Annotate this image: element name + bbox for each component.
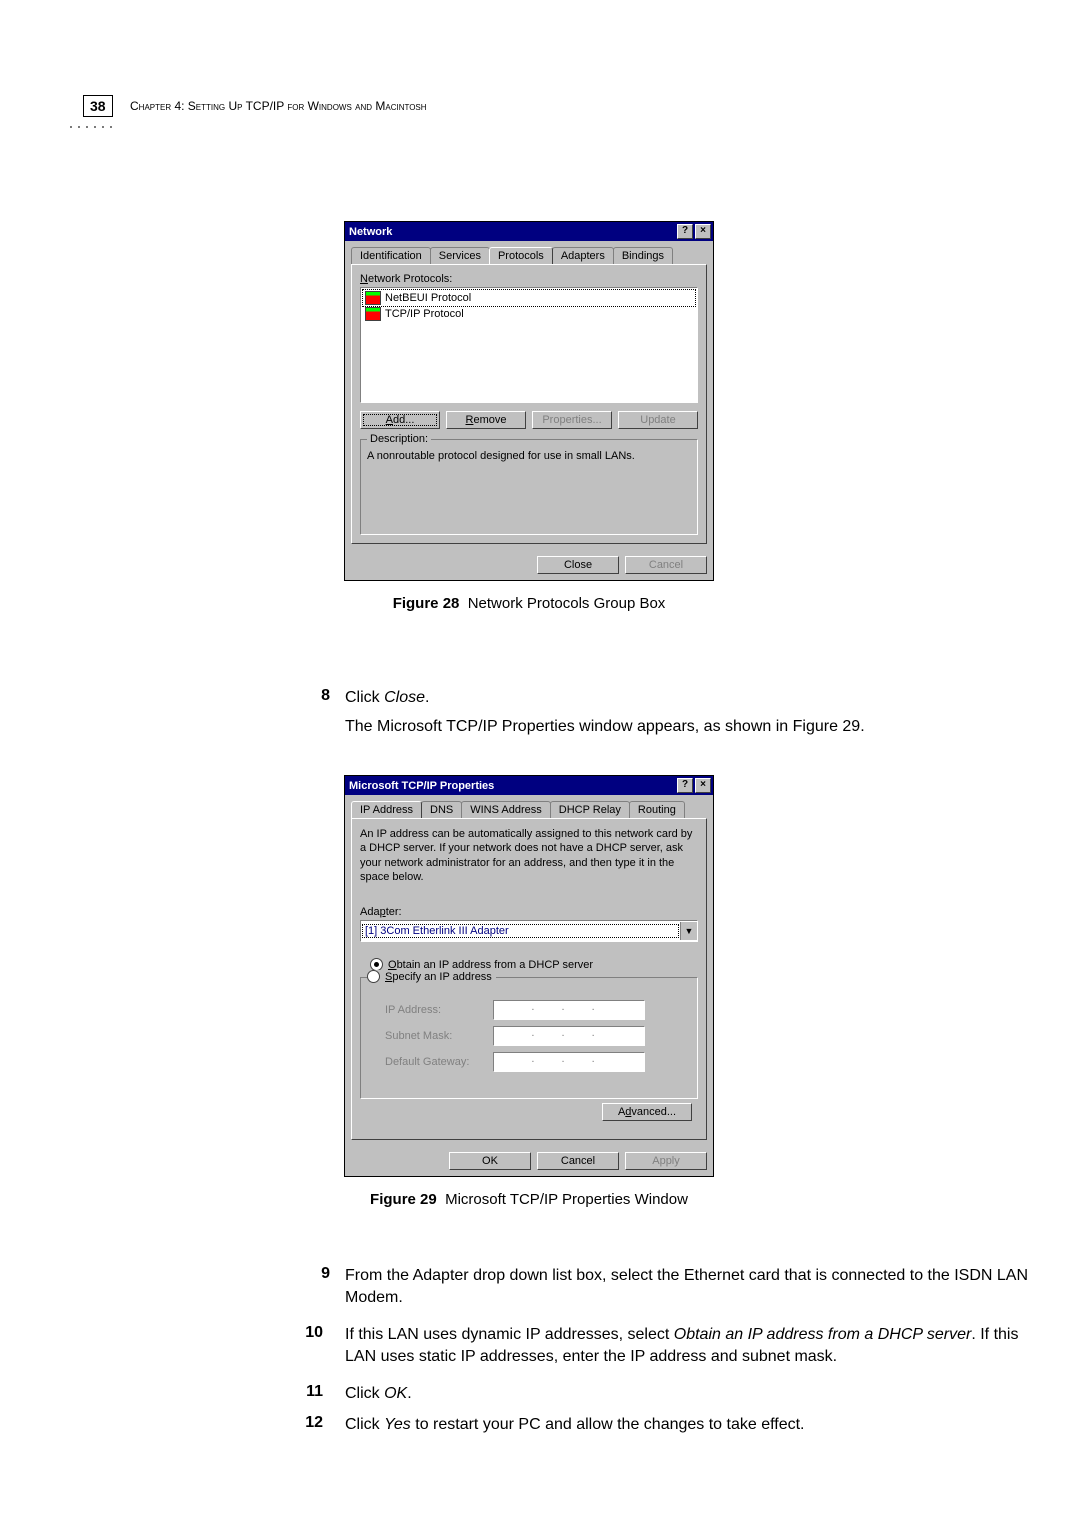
protocols-listbox[interactable]: NetBEUI Protocol TCP/IP Protocol (360, 287, 698, 403)
specify-ip-fieldset: Specify an IP address IP Address: . . . … (360, 977, 698, 1099)
help-icon[interactable]: ? (677, 778, 693, 793)
step-11-number: 11 (293, 1383, 323, 1401)
tcpip-title: Microsoft TCP/IP Properties (349, 780, 494, 792)
protocol-icon (365, 307, 381, 321)
subnet-input: . . . (493, 1026, 645, 1046)
close-icon[interactable]: × (695, 224, 711, 239)
tab-ip-address[interactable]: IP Address (351, 801, 422, 818)
tcpip-titlebar: Microsoft TCP/IP Properties ? × (345, 776, 713, 795)
figure29-caption: Figure 29 Microsoft TCP/IP Properties Wi… (344, 1191, 714, 1208)
adapter-selected: [1] 3Com Etherlink III Adapter (361, 923, 680, 939)
step-9-text: From the Adapter drop down list box, sel… (345, 1265, 1035, 1310)
chevron-down-icon[interactable]: ▼ (680, 922, 697, 940)
tab-dhcp-relay[interactable]: DHCP Relay (550, 801, 630, 818)
step-8-followup: The Microsoft TCP/IP Properties window a… (345, 716, 1035, 738)
ip-address-input: . . . (493, 1000, 645, 1020)
chapter-header: Chapter 4: Setting Up TCP/IP for Windows… (130, 99, 427, 113)
network-dialog: Network ? × Identification Services Prot… (344, 221, 714, 581)
advanced-button[interactable]: Advanced... (602, 1103, 692, 1121)
step-11-text: Click OK. (345, 1383, 1035, 1405)
page-number: 38 (83, 95, 113, 117)
decorative-dots: ······ (68, 116, 116, 137)
protocols-label: Network Protocols: (360, 273, 698, 285)
protocol-name: NetBEUI Protocol (385, 292, 471, 304)
cancel-button: Cancel (625, 556, 707, 574)
ip-address-label: IP Address: (385, 1004, 485, 1016)
network-title: Network (349, 226, 392, 238)
tab-protocols[interactable]: Protocols (489, 247, 553, 264)
network-titlebar: Network ? × (345, 222, 713, 241)
subnet-row: Subnet Mask: . . . (385, 1026, 691, 1046)
gateway-label: Default Gateway: (385, 1056, 485, 1068)
add-button[interactable]: Add... (360, 411, 440, 429)
step-8-text: Click Close. (345, 687, 1035, 709)
subnet-label: Subnet Mask: (385, 1030, 485, 1042)
description-text: A nonroutable protocol designed for use … (367, 450, 691, 462)
adapter-label: Adapter: (360, 906, 698, 918)
update-button: Update (618, 411, 698, 429)
tab-adapters[interactable]: Adapters (552, 247, 614, 264)
tab-services[interactable]: Services (430, 247, 490, 264)
ip-address-row: IP Address: . . . (385, 1000, 691, 1020)
description-label: Description: (367, 433, 431, 445)
close-button[interactable]: Close (537, 556, 619, 574)
radio-icon (367, 970, 380, 983)
tab-routing[interactable]: Routing (629, 801, 685, 818)
description-fieldset: Description: A nonroutable protocol desi… (360, 439, 698, 535)
network-tabs: Identification Services Protocols Adapte… (345, 241, 713, 264)
tab-identification[interactable]: Identification (351, 247, 431, 264)
figure-28-container: Network ? × Identification Services Prot… (344, 221, 714, 612)
tcpip-dialog: Microsoft TCP/IP Properties ? × IP Addre… (344, 775, 714, 1177)
adapter-dropdown[interactable]: [1] 3Com Etherlink III Adapter ▼ (360, 920, 698, 942)
ip-intro-text: An IP address can be automatically assig… (360, 827, 698, 884)
protocol-icon (365, 291, 381, 305)
figure-29-container: Microsoft TCP/IP Properties ? × IP Addre… (344, 775, 714, 1208)
tab-wins[interactable]: WINS Address (461, 801, 551, 818)
apply-button: Apply (625, 1152, 707, 1170)
gateway-row: Default Gateway: . . . (385, 1052, 691, 1072)
properties-button: Properties... (532, 411, 612, 429)
ok-button[interactable]: OK (449, 1152, 531, 1170)
remove-button[interactable]: Remove (446, 411, 526, 429)
close-icon[interactable]: × (695, 778, 711, 793)
step-10-number: 10 (293, 1324, 323, 1342)
figure28-caption: Figure 28 Network Protocols Group Box (344, 595, 714, 612)
tab-bindings[interactable]: Bindings (613, 247, 673, 264)
radio-specify[interactable]: Specify an IP address (367, 970, 496, 983)
step-9-number: 9 (300, 1265, 330, 1283)
ip-panel: An IP address can be automatically assig… (351, 818, 707, 1140)
list-item[interactable]: TCP/IP Protocol (363, 306, 695, 322)
protocol-name: TCP/IP Protocol (385, 308, 464, 320)
list-item[interactable]: NetBEUI Protocol (363, 290, 695, 306)
protocols-panel: Network Protocols: NetBEUI Protocol TCP/… (351, 264, 707, 544)
step-8-number: 8 (300, 687, 330, 705)
help-icon[interactable]: ? (677, 224, 693, 239)
step-10-text: If this LAN uses dynamic IP addresses, s… (345, 1324, 1035, 1369)
tcpip-tabs: IP Address DNS WINS Address DHCP Relay R… (345, 795, 713, 818)
cancel-button[interactable]: Cancel (537, 1152, 619, 1170)
step-12-number: 12 (293, 1414, 323, 1432)
gateway-input: . . . (493, 1052, 645, 1072)
step-12-text: Click Yes to restart your PC and allow t… (345, 1414, 1035, 1436)
tab-dns[interactable]: DNS (421, 801, 462, 818)
